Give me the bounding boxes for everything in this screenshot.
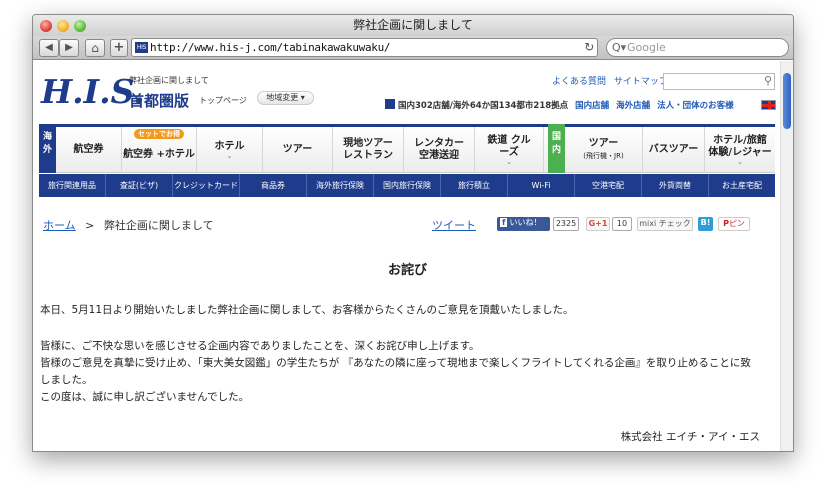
paragraph-2-line-4: この度は、誠に申し訳ございませんでした。 (40, 391, 250, 403)
stats-text: 国内302店舗/海外64か国134都市218拠点 (398, 101, 569, 111)
search-icon: Q▾ (612, 41, 627, 54)
facebook-like-button[interactable]: f いいね！ (497, 217, 550, 231)
like-count: 2325 (553, 217, 579, 231)
nav-rental-car[interactable]: レンタカー 空港送迎 (404, 127, 475, 173)
hatena-bookmark-button[interactable]: B! (698, 217, 713, 231)
url-field[interactable]: HIS http://www.his-j.com/tabinakawakuwak… (131, 38, 598, 57)
plus-icon: + (113, 40, 125, 55)
add-bookmark-button[interactable]: + (110, 39, 128, 57)
nav-flights[interactable]: 航空券 (56, 127, 122, 173)
domestic-stores-link[interactable]: 国内店舗 (575, 101, 609, 111)
overseas-tag: 海外 (39, 124, 56, 173)
top-page-link[interactable]: トップページ (199, 95, 247, 106)
main-navigation: 海外 航空券 セットでお得 航空券 +ホテル ホテル ⌄ ツアー 現地ツアー レス… (39, 124, 775, 173)
faq-link[interactable]: よくある質問 (552, 77, 606, 87)
company-signature: 株式会社 エイチ・アイ・エス (620, 431, 760, 443)
search-placeholder: Google (627, 41, 666, 54)
paragraph-2-line-3: しました。 (40, 374, 93, 386)
region-label: 首都圏版 (129, 92, 190, 110)
url-text: http://www.his-j.com/tabinakawakuwaku/ (150, 41, 391, 54)
nav-bus-tour[interactable]: バスツアー (643, 127, 705, 173)
subnav-airport-delivery[interactable]: 空港宅配 (575, 174, 642, 197)
breadcrumb-separator: > (85, 219, 95, 232)
site-search-input[interactable]: ⚲ (663, 73, 775, 90)
nav-rail-cruise[interactable]: 鉄道 クルーズ ⌄ (475, 127, 544, 173)
magnifier-icon[interactable]: ⚲ (764, 74, 772, 87)
building-icon (385, 99, 395, 109)
breadcrumb-home-link[interactable]: ホーム (43, 219, 76, 232)
chevron-down-icon: ⌄ (737, 157, 743, 166)
nav-hotel[interactable]: ホテル ⌄ (197, 127, 263, 173)
zoom-window-button[interactable] (74, 20, 86, 32)
vertical-scrollbar[interactable] (780, 61, 793, 451)
subnav-travel-goods[interactable]: 旅行関連用品 (39, 174, 106, 197)
uk-flag-icon[interactable] (761, 100, 776, 110)
nav-hotel-leisure[interactable]: ホテル/旅館 体験/レジャー ⌄ (705, 127, 775, 173)
home-button[interactable]: ⌂ (85, 39, 105, 57)
chevron-down-icon: ⌄ (226, 151, 233, 160)
forward-icon: ▶ (65, 42, 73, 53)
breadcrumb-current: 弊社企画に関しまして (103, 219, 214, 232)
browser-window: 弊社企画に関しまして ◀ ▶ ⌂ + HIS http://www.his-j.… (32, 14, 794, 452)
paragraph-2-line-2: 皆様のご意見を真摯に受け止め、「東大美女図鑑」の学生たちが 『あなたの隣に座って… (40, 357, 751, 369)
subnav-domestic-insurance[interactable]: 国内旅行保険 (374, 174, 441, 197)
subnav-visa[interactable]: 査証(ビザ) (106, 174, 173, 197)
browser-toolbar: ◀ ▶ ⌂ + HIS http://www.his-j.com/tabinak… (33, 36, 793, 60)
reload-icon[interactable]: ↻ (584, 39, 594, 56)
store-stats: 国内302店舗/海外64か国134都市218拠点 国内店舗 海外店舗 法人・団体… (385, 99, 734, 111)
browser-search-field[interactable]: Q▾ Google (606, 38, 789, 57)
scrollbar-thumb[interactable] (783, 73, 791, 129)
paragraph-1: 本日、5月11日より開始いたしました弊社企画に関しまして、お客様からたくさんのご… (40, 304, 574, 316)
gplus-count: 10 (612, 217, 632, 231)
nav-local-tour[interactable]: 現地ツアー レストラン (333, 127, 404, 173)
header-links: よくある質問 サイトマップ (552, 74, 673, 87)
subnav-wifi[interactable]: Wi-Fi (508, 174, 575, 197)
mixi-check-button[interactable]: mixi チェック (637, 217, 693, 231)
sitemap-link[interactable]: サイトマップ (614, 77, 668, 87)
back-icon: ◀ (45, 42, 53, 53)
deal-badge: セットでお得 (134, 129, 184, 139)
chevron-down-icon: ⌄ (506, 157, 512, 166)
close-window-button[interactable] (40, 20, 52, 32)
subnav-credit-card[interactable]: クレジットカード (173, 174, 240, 197)
subnav-souvenir-delivery[interactable]: お土産宅配 (709, 174, 775, 197)
subnav-currency-exchange[interactable]: 外貨両替 (642, 174, 709, 197)
title-bar: 弊社企画に関しまして (33, 15, 793, 36)
breadcrumb: ホーム > 弊社企画に関しまして (43, 217, 214, 233)
paragraph-2-line-1: 皆様に、ご不快な思いを感じさせる企画内容でありましたことを、深くお詫び申し上げま… (40, 340, 480, 352)
page-heading: お詫び (387, 263, 427, 278)
page-small-title: 弊社企画に関しまして (129, 76, 209, 85)
subnav-travel-savings[interactable]: 旅行積立 (441, 174, 508, 197)
nav-tour[interactable]: ツアー (263, 127, 333, 173)
corporate-link[interactable]: 法人・団体のお客様 (657, 101, 734, 111)
subnav-overseas-insurance[interactable]: 海外旅行保険 (307, 174, 374, 197)
domestic-tag: 国内 (548, 124, 565, 173)
favicon-icon: HIS (135, 42, 148, 53)
pinterest-button[interactable]: Pピン (718, 217, 750, 231)
minimize-window-button[interactable] (57, 20, 69, 32)
nav-flight-hotel[interactable]: セットでお得 航空券 +ホテル (122, 127, 197, 173)
nav-domestic-tour[interactable]: ツアー (飛行機・JR) (565, 127, 643, 173)
overseas-stores-link[interactable]: 海外店舗 (616, 101, 650, 111)
subnav-gift-card[interactable]: 商品券 (240, 174, 307, 197)
web-page: H.I.S. 弊社企画に関しまして 首都圏版 トップページ 地域変更 ▾ よくあ… (33, 61, 780, 451)
google-plus-button[interactable]: G+1 (586, 217, 610, 231)
back-button[interactable]: ◀ (39, 39, 59, 57)
change-area-button[interactable]: 地域変更 ▾ (257, 91, 314, 105)
facebook-icon: f (500, 218, 508, 227)
tweet-link[interactable]: ツイート (432, 217, 476, 233)
home-icon: ⌂ (91, 41, 99, 55)
window-title: 弊社企画に関しまして (353, 18, 473, 32)
sub-navigation: 旅行関連用品 査証(ビザ) クレジットカード 商品券 海外旅行保険 国内旅行保険… (39, 174, 775, 197)
forward-button[interactable]: ▶ (59, 39, 79, 57)
